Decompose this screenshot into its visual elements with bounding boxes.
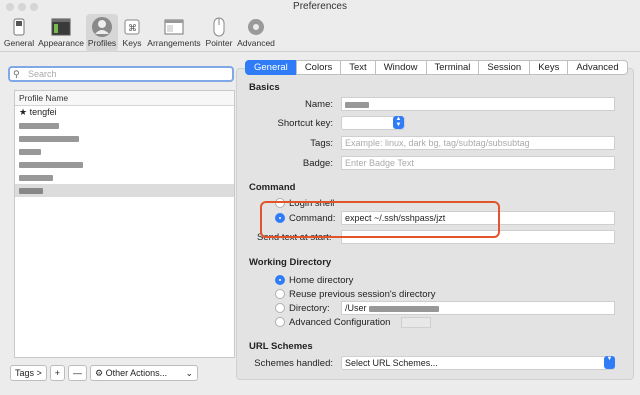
window-titlebar: Preferences (0, 0, 640, 14)
advanced-configuration-button[interactable] (401, 317, 431, 328)
window-title: Preferences (293, 1, 347, 12)
tags-label: Tags: (310, 138, 333, 149)
directory-label: Directory: (289, 303, 330, 314)
toolbar-arrangements[interactable]: Arrangements (146, 14, 202, 52)
command-heading: Command (249, 182, 296, 193)
advanced-configuration-label: Advanced Configuration (289, 317, 391, 328)
tags-button[interactable]: Tags > (10, 365, 47, 381)
tab-keys[interactable]: Keys (529, 60, 569, 75)
redacted-text (19, 135, 79, 142)
close-window-button[interactable] (6, 3, 14, 11)
redacted-text (19, 187, 43, 194)
profile-list-item-selected[interactable] (15, 184, 234, 197)
redacted-text (19, 174, 53, 181)
home-directory-radio[interactable] (275, 275, 285, 285)
profile-tabs: General Colors Text Window Terminal Sess… (245, 60, 628, 75)
gear-icon (246, 16, 266, 38)
svg-text:⌘: ⌘ (128, 24, 137, 34)
profile-list-item-redacted[interactable] (15, 145, 234, 158)
remove-profile-button[interactable]: — (68, 365, 88, 381)
toolbar-general[interactable]: General (2, 14, 36, 52)
switch-icon (9, 16, 29, 38)
search-icon: ⚲ (13, 69, 20, 79)
tab-colors[interactable]: Colors (295, 60, 342, 75)
name-label: Name: (305, 99, 333, 110)
basics-heading: Basics (249, 82, 280, 93)
profile-list-item[interactable]: ★ tengfei (15, 106, 234, 119)
redacted-text (19, 122, 59, 129)
add-profile-button[interactable]: + (49, 365, 66, 381)
profile-bottom-bar: Tags > + — ⚙ Other Actions... ⌄ (10, 365, 199, 381)
other-actions-dropdown[interactable]: ⚙ Other Actions... ⌄ (90, 365, 199, 381)
chevron-down-icon: ▼ (604, 356, 615, 369)
profile-list-item-redacted[interactable] (15, 119, 234, 132)
tab-text[interactable]: Text (340, 60, 376, 75)
profile-list: Profile Name ★ tengfei (14, 90, 235, 358)
toolbar-keys[interactable]: ⌘ Keys (120, 14, 144, 52)
url-schemes-heading: URL Schemes (249, 341, 313, 352)
user-icon (92, 16, 112, 38)
gear-icon: ⚙ (95, 368, 104, 378)
schemes-handled-label: Schemes handled: (254, 358, 333, 369)
shortcut-key-select[interactable]: ▲ ▼ (341, 116, 405, 130)
profiles-panel: ⚲ Search Profile Name ★ tengfei Tags > +… (4, 60, 236, 390)
mouse-icon (209, 16, 229, 38)
directory-radio[interactable] (275, 303, 285, 313)
redacted-text (19, 148, 41, 155)
annotation-highlight-box (260, 201, 500, 238)
redacted-text (345, 101, 369, 108)
tab-general[interactable]: General (245, 60, 297, 75)
advanced-configuration-radio[interactable] (275, 317, 285, 327)
badge-label: Badge: (302, 158, 333, 169)
reuse-directory-label: Reuse previous session's directory (289, 289, 436, 300)
directory-input[interactable]: /User (341, 301, 615, 315)
name-input[interactable] (341, 97, 615, 111)
tab-advanced[interactable]: Advanced (567, 60, 628, 75)
profile-list-item-redacted[interactable] (15, 132, 234, 145)
tab-session[interactable]: Session (478, 60, 531, 75)
reuse-directory-radio[interactable] (275, 289, 285, 299)
redacted-text (369, 305, 440, 312)
shortcut-key-label: Shortcut key: (277, 118, 333, 129)
window-icon (51, 16, 71, 38)
chevron-up-down-icon: ▲ ▼ (393, 116, 404, 129)
profile-name-column-header[interactable]: Profile Name (15, 91, 234, 106)
arrangement-icon (164, 16, 184, 38)
url-schemes-select[interactable]: Select URL Schemes... ▼ (341, 356, 615, 370)
toolbar-pointer[interactable]: Pointer (204, 14, 234, 52)
profile-list-item-redacted[interactable] (15, 158, 234, 171)
zoom-window-button[interactable] (30, 3, 38, 11)
tab-window[interactable]: Window (374, 60, 427, 75)
toolbar-appearance[interactable]: Appearance (38, 14, 84, 52)
keyboard-key-icon: ⌘ (122, 16, 142, 38)
working-directory-heading: Working Directory (249, 257, 332, 268)
toolbar-profiles[interactable]: Profiles (86, 14, 118, 52)
minimize-window-button[interactable] (18, 3, 26, 11)
profile-list-item-redacted[interactable] (15, 171, 234, 184)
redacted-text (19, 161, 83, 168)
badge-input[interactable]: Enter Badge Text (341, 156, 615, 170)
toolbar-advanced[interactable]: Advanced (236, 14, 276, 52)
tags-input[interactable]: Example: linux, dark bg, tag/subtag/subs… (341, 136, 615, 150)
tab-terminal[interactable]: Terminal (425, 60, 480, 75)
home-directory-label: Home directory (289, 275, 354, 286)
profile-search-input[interactable]: ⚲ Search (8, 66, 234, 82)
chevron-down-icon: ⌄ (185, 368, 194, 378)
preferences-toolbar: General Appearance Profiles ⌘ Keys Arran… (0, 14, 640, 52)
